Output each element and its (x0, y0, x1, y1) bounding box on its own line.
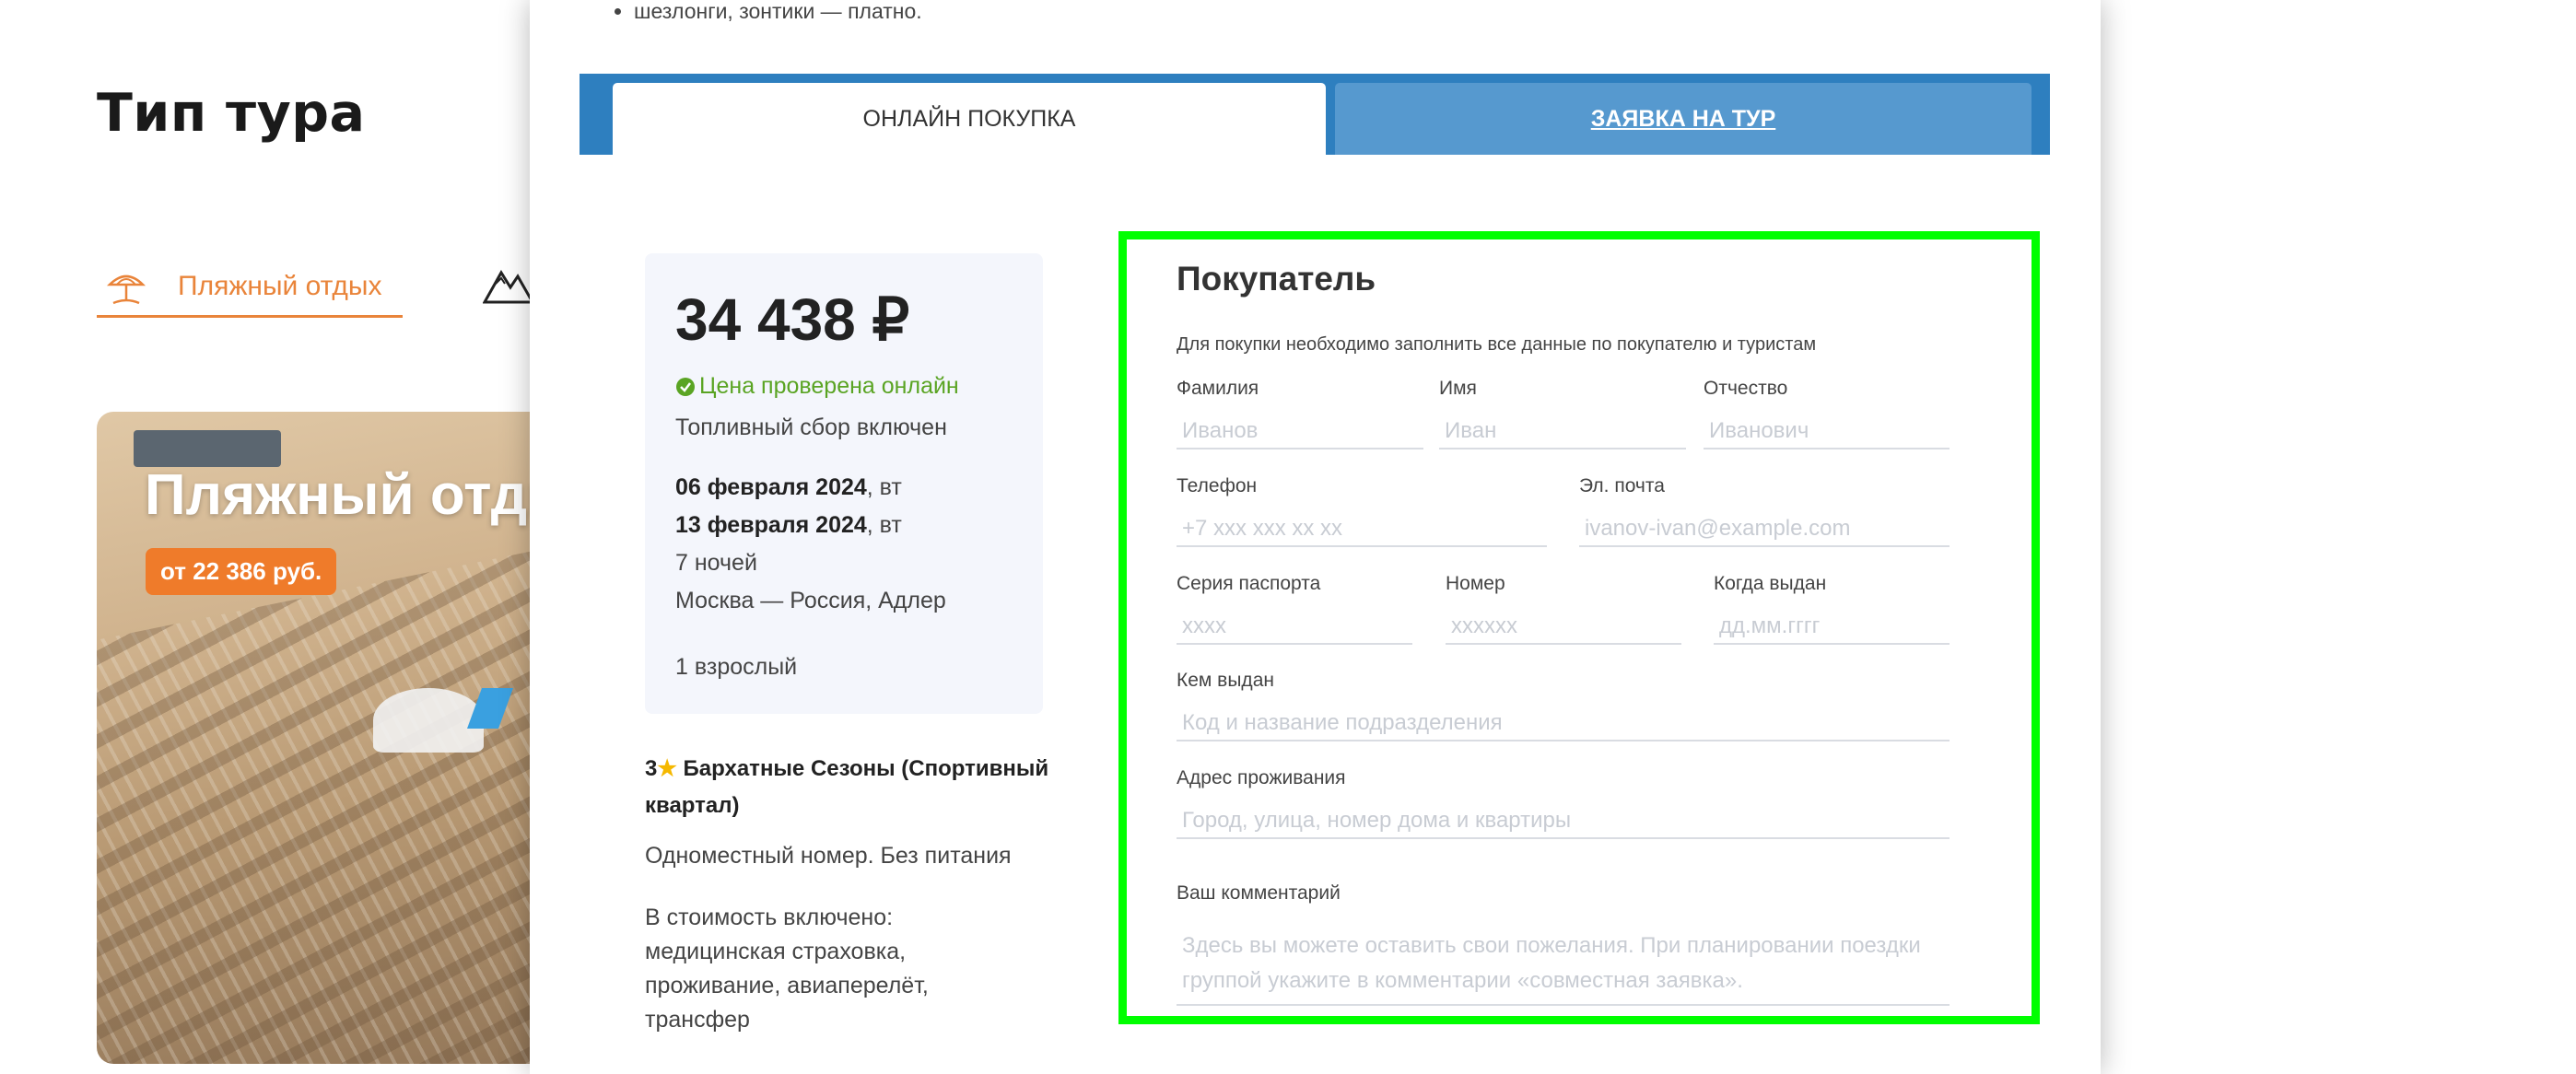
mountain-icon[interactable] (483, 260, 534, 306)
comment-field[interactable] (1177, 928, 1950, 1006)
email-label: Эл. почта (1579, 475, 1665, 496)
first-name-label: Имя (1439, 378, 1477, 399)
last-name-field[interactable] (1177, 414, 1423, 449)
issue-date-label: Когда выдан (1714, 573, 1827, 594)
route: Москва — Россия, Адлер (675, 588, 946, 613)
passport-series-field[interactable] (1177, 610, 1412, 645)
promo-card-beach[interactable]: Пляжный отдых от 22 386 руб. (97, 412, 576, 1064)
price-verified-status: Цена проверена онлайн (675, 373, 959, 400)
departure-date: 06 февраля 2024, вт (675, 474, 902, 500)
tab-online-purchase[interactable]: ОНЛАЙН ПОКУПКА (613, 83, 1326, 155)
middle-name-field[interactable] (1704, 414, 1950, 449)
buyer-form-title: Покупатель (1177, 260, 1376, 298)
hotel-name: 3★ Бархатные Сезоны (Спортивный квартал) (645, 751, 1050, 824)
included-services: В стоимость включено: медицинская страхо… (645, 905, 929, 1033)
phone-label: Телефон (1177, 475, 1258, 496)
fuel-surcharge-note: Топливный сбор включен (675, 414, 947, 440)
middle-name-label: Отчество (1704, 378, 1788, 399)
address-label: Адрес проживания (1177, 767, 1346, 788)
issue-date-field[interactable] (1714, 610, 1950, 645)
buyer-form-note: Для покупки необходимо заполнить все дан… (1177, 334, 1817, 355)
email-field[interactable] (1579, 512, 1950, 547)
issued-by-field[interactable] (1177, 706, 1950, 741)
hotel-stars: 3 (645, 756, 658, 781)
address-field[interactable] (1177, 804, 1950, 839)
phone-field[interactable] (1177, 512, 1547, 547)
promo-title: Пляжный отдых (145, 463, 576, 527)
passport-series-label: Серия паспорта (1177, 573, 1321, 594)
tour-summary-card: 34 438 ₽ Цена проверена онлайн Топливный… (645, 253, 1043, 714)
hotel-title: Бархатные Сезоны (Спортивный квартал) (645, 756, 1049, 818)
check-circle-icon (676, 377, 695, 396)
first-name-field[interactable] (1439, 414, 1686, 449)
booking-tabs: ОНЛАЙН ПОКУПКА ЗАЯВКА НА ТУР (580, 74, 2050, 155)
tab-tour-request[interactable]: ЗАЯВКА НА ТУР (1335, 83, 2032, 155)
amenity-item: шезлонги, зонтики — платно. (634, 0, 922, 22)
travellers-count: 1 взрослый (675, 654, 798, 680)
return-date: 13 февраля 2024, вт (675, 512, 902, 538)
promo-image-building (134, 430, 281, 467)
amenities-list: шезлонги, зонтики — платно. (608, 0, 922, 22)
comment-label: Ваш комментарий (1177, 882, 1341, 904)
issued-by-label: Кем выдан (1177, 670, 1274, 691)
tab-beach-vacation[interactable]: Пляжный отдых (97, 258, 403, 318)
price-verified-text: Цена проверена онлайн (699, 373, 959, 399)
promo-image-tent (373, 688, 484, 753)
page-title: Тип тура (97, 83, 366, 144)
nights-count: 7 ночей (675, 550, 757, 576)
room-type: Одноместный номер. Без питания (645, 843, 1012, 869)
promo-price-badge: от 22 386 руб. (146, 548, 337, 595)
last-name-label: Фамилия (1177, 378, 1259, 399)
tab-beach-vacation-label: Пляжный отдых (178, 271, 382, 301)
star-icon: ★ (657, 756, 677, 781)
beach-umbrella-icon (106, 274, 146, 305)
passport-number-field[interactable] (1446, 610, 1681, 645)
tour-price: 34 438 ₽ (675, 286, 910, 353)
booking-modal: шезлонги, зонтики — платно. ОНЛАЙН ПОКУП… (530, 0, 2101, 1074)
passport-number-label: Номер (1446, 573, 1505, 594)
